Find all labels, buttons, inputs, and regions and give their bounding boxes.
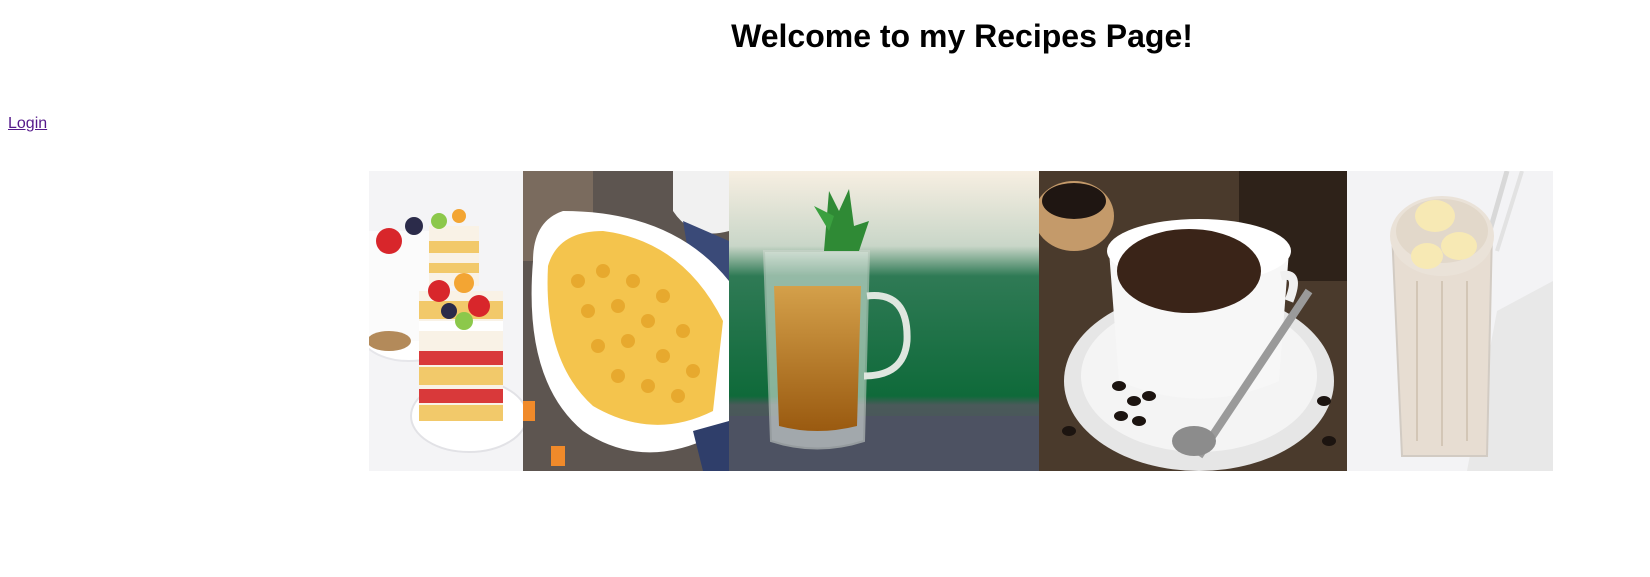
page-title: Welcome to my Recipes Page! bbox=[731, 18, 1193, 54]
header: Welcome to my Recipes Page! bbox=[0, 0, 1650, 70]
banana-smoothie-image bbox=[1347, 171, 1553, 471]
mac-and-cheese-image bbox=[523, 171, 729, 471]
recipes-page: Welcome to my Recipes Page! Login bbox=[0, 0, 1650, 577]
coffee-cup-image bbox=[1039, 171, 1347, 471]
login-link[interactable]: Login bbox=[8, 115, 47, 133]
recipe-image-gallery bbox=[369, 171, 1553, 471]
iced-tea-image bbox=[729, 171, 1039, 471]
strawberry-cake-image bbox=[369, 171, 523, 471]
